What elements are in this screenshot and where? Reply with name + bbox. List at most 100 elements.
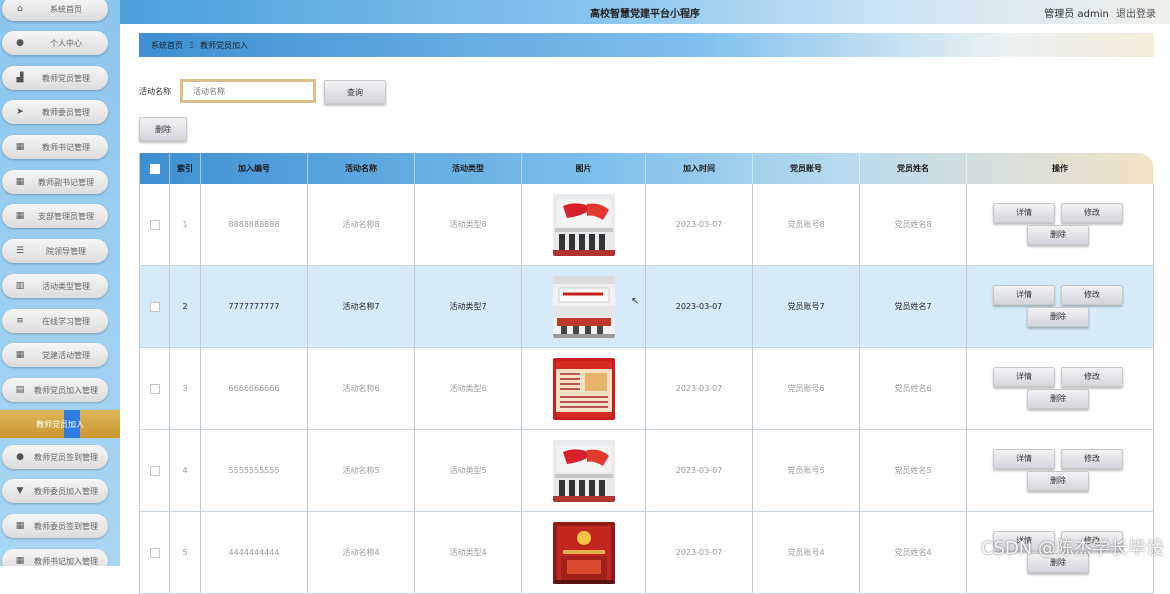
grid-icon: ▦ <box>15 142 25 152</box>
cell-activity-type: 活动类型8 <box>415 184 522 265</box>
activity-thumbnail[interactable] <box>552 193 615 256</box>
edit-button[interactable]: 修改 <box>1061 448 1123 469</box>
sidebar-item-label: 教师党员加入 <box>36 419 84 429</box>
sidebar-item-label: 活动类型管理 <box>42 281 90 291</box>
row-select-cell <box>139 184 170 265</box>
row-checkbox[interactable] <box>149 547 160 558</box>
cell-join-no: 7777777777 <box>201 266 308 347</box>
activity-thumbnail[interactable] <box>552 357 615 420</box>
row-delete-button[interactable]: 删除 <box>1027 306 1089 327</box>
sidebar-item-label: 在线学习管理 <box>42 316 90 326</box>
sidebar-item[interactable]: ▤ 教师党员加入管理 <box>2 378 108 402</box>
sidebar-item[interactable]: ▥ 活动类型管理 <box>2 274 108 298</box>
sidebar-item[interactable]: ▼ 教师委员加入管理 <box>2 479 108 503</box>
sidebar-item[interactable]: ≡ 在线学习管理 <box>2 309 108 333</box>
row-delete-button[interactable]: 删除 <box>1027 470 1089 491</box>
row-delete-button[interactable]: 删除 <box>1027 388 1089 409</box>
column-header-actions: 操作 <box>967 153 1154 184</box>
cell-join-no: 4444444444 <box>201 512 308 593</box>
cell-activity-type: 活动类型5 <box>415 430 522 511</box>
sidebar-item[interactable]: ☰ 院领导管理 <box>2 239 108 263</box>
sidebar-item[interactable]: ▟ 教师党员管理 <box>2 66 108 90</box>
row-delete-button[interactable]: 删除 <box>1027 224 1089 245</box>
select-all-checkbox[interactable] <box>149 163 160 174</box>
table-row[interactable]: 4 5555555555 活动名称5 活动类型5 2023-03-07 党员账号5 党员姓名… <box>139 430 1154 512</box>
cell-member-name: 党员姓名7 <box>860 266 967 347</box>
sidebar-item[interactable]: ● 教师党员签到管理 <box>2 445 108 469</box>
breadcrumb-separator-icon: Ξ <box>189 40 195 50</box>
sidebar-item[interactable]: ▦ 教师书记管理 <box>2 135 108 159</box>
activity-thumbnail[interactable] <box>552 275 615 338</box>
send-icon: ➤ <box>16 107 24 117</box>
sidebar-item[interactable]: ▦ 教师委员签到管理 <box>2 514 108 538</box>
sidebar-item[interactable]: ⌂ 系统首页 <box>2 0 108 21</box>
detail-button[interactable]: 详情 <box>993 366 1055 387</box>
table-row[interactable]: 2 7777777777 活动名称7 活动类型7 2023-03-07 党员账号7 党员姓名… <box>139 266 1154 348</box>
column-header-image: 图片 <box>522 153 646 184</box>
table-row[interactable]: 3 6666666666 活动名称6 活动类型6 2023-03-07 党员账号6 党员姓名… <box>139 348 1154 430</box>
sidebar-item-label: 教师副书记管理 <box>38 177 94 187</box>
bar-chart-icon: ▟ <box>16 73 24 83</box>
sidebar-item[interactable]: ▦ 教师书记加入管理 <box>2 549 108 566</box>
cell-image <box>522 430 646 511</box>
cell-activity-type: 活动类型7 <box>415 266 522 347</box>
row-checkbox[interactable] <box>149 383 160 394</box>
sidebar-item-active[interactable]: 教师党员加入 <box>0 410 120 438</box>
batch-delete-button[interactable]: 删除 <box>139 117 187 141</box>
sidebar-item[interactable]: ▦ 教师副书记管理 <box>2 170 108 194</box>
select-all-cell <box>139 153 170 184</box>
activity-thumbnail[interactable] <box>552 521 615 584</box>
activity-name-input[interactable] <box>180 79 316 103</box>
row-select-cell <box>139 266 170 347</box>
query-button[interactable]: 查询 <box>324 80 386 104</box>
row-checkbox[interactable] <box>149 465 160 476</box>
breadcrumb-current: 教师党员加入 <box>200 40 249 50</box>
cell-join-no: 5555555555 <box>201 430 308 511</box>
sidebar-item-label: 教师书记加入管理 <box>34 556 98 566</box>
sidebar-item-label: 系统首页 <box>50 4 82 14</box>
row-checkbox[interactable] <box>149 219 160 230</box>
cell-actions: 详情 修改 删除 <box>967 348 1154 429</box>
detail-button[interactable]: 详情 <box>993 202 1055 223</box>
sidebar-item[interactable]: ➤ 教师委员管理 <box>2 100 108 124</box>
cell-activity-name: 活动名称5 <box>308 430 415 511</box>
grid-icon: ▦ <box>15 350 25 360</box>
admin-label: 管理员 admin <box>1044 9 1109 20</box>
sliders-icon: ☰ <box>15 246 25 256</box>
edit-button[interactable]: 修改 <box>1061 366 1123 387</box>
user-icon: ● <box>16 38 24 48</box>
breadcrumb-home[interactable]: 系统首页 <box>151 40 183 51</box>
grid-icon: ▦ <box>15 521 25 531</box>
cell-join-time: 2023-03-07 <box>646 512 753 593</box>
sidebar-item-label: 党建活动管理 <box>42 350 90 360</box>
column-header-activity-name: 活动名称 <box>308 153 415 184</box>
cell-index: 2 <box>170 266 201 347</box>
edit-button[interactable]: 修改 <box>1061 284 1123 305</box>
chart-icon: ▥ <box>15 281 25 291</box>
cell-join-no: 8888888888 <box>201 184 308 265</box>
sidebar-item-label: 教师党员加入管理 <box>34 385 98 395</box>
clipboard-icon: ▤ <box>15 385 25 395</box>
cell-member-name: 党员姓名8 <box>860 184 967 265</box>
list-icon: ≡ <box>16 316 24 326</box>
logout-link[interactable]: 退出登录 <box>1116 9 1156 20</box>
sidebar-item[interactable]: ▦ 支部管理员管理 <box>2 204 108 228</box>
app-title: 高校智慧党建平台小程序 <box>590 9 700 20</box>
sidebar-item[interactable]: ● 个人中心 <box>2 31 108 55</box>
row-checkbox[interactable] <box>149 301 160 312</box>
sidebar: ⌂ 系统首页 ● 个人中心 ▟ 教师党员管理 ➤ 教师委员管理 ▦ 教师书记管理 ▦ 教师副书记管理 ▦… <box>0 0 120 566</box>
row-select-cell <box>139 348 170 429</box>
sidebar-item-label: 教师委员管理 <box>42 107 90 117</box>
detail-button[interactable]: 详情 <box>993 284 1055 305</box>
sidebar-item[interactable]: ▦ 党建活动管理 <box>2 343 108 367</box>
table-row[interactable]: 1 8888888888 活动名称8 活动类型8 2023-03-07 党员账号8 党员姓名… <box>139 184 1154 266</box>
detail-button[interactable]: 详情 <box>993 448 1055 469</box>
data-table: 索引 加入编号 活动名称 活动类型 图片 加入时间 党员账号 党员姓名 操作 1… <box>139 153 1154 594</box>
cell-member-name: 党员姓名5 <box>860 430 967 511</box>
cell-member-name: 党员姓名4 <box>860 512 967 593</box>
sidebar-item-label: 教师委员签到管理 <box>34 521 98 531</box>
activity-thumbnail[interactable] <box>552 439 615 502</box>
cell-actions: 详情 修改 删除 <box>967 266 1154 347</box>
edit-button[interactable]: 修改 <box>1061 202 1123 223</box>
cell-member-name: 党员姓名6 <box>860 348 967 429</box>
